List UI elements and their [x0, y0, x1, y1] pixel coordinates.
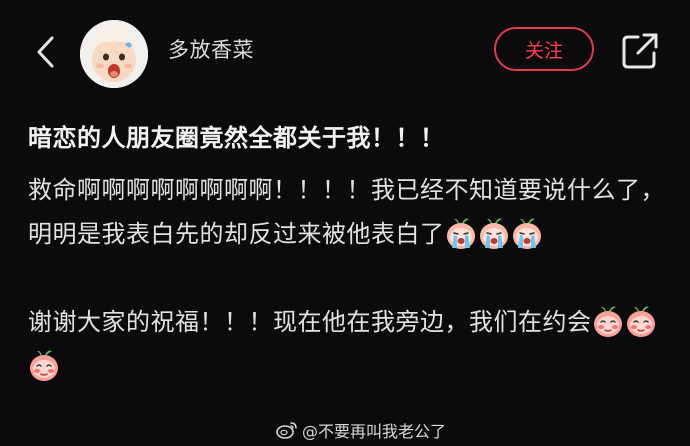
post-body: 救命啊啊啊啊啊啊啊啊！！！！我已经不知道要说什么了，明明是我表白先的却反过来被他…: [28, 168, 668, 388]
share-external-icon: [622, 33, 658, 69]
weibo-icon: [276, 422, 297, 439]
crying-peach-emoji: [479, 218, 508, 249]
weibo-watermark: @不要再叫我老公了: [276, 418, 446, 442]
post-paragraph-1-text: 救命啊啊啊啊啊啊啊啊！！！！我已经不知道要说什么了，明明是我表白先的却反过来被他…: [28, 176, 665, 248]
post-paragraph-2-text: 谢谢大家的祝福！！！现在他在我旁边，我们在约会: [28, 308, 592, 336]
crying-peach-emoji: [446, 218, 475, 249]
shy-peach-emoji: [626, 306, 655, 337]
post-header: 多放香菜 关注: [0, 0, 690, 104]
chevron-left-icon: [37, 36, 54, 68]
avatar[interactable]: [80, 20, 148, 88]
post-title: 暗恋的人朋友圈竟然全都关于我！！！: [28, 124, 445, 152]
post-paragraph-2: 谢谢大家的祝福！！！现在他在我旁边，我们在约会: [28, 300, 668, 388]
shy-peach-emoji: [30, 350, 58, 381]
follow-button-label: 关注: [524, 39, 563, 62]
follow-button[interactable]: 关注: [494, 27, 594, 71]
crying-peach-emoji: [512, 218, 541, 249]
watermark-text: @不要再叫我老公了: [302, 422, 447, 441]
back-button[interactable]: [26, 32, 66, 72]
username[interactable]: 多放香菜: [168, 34, 254, 64]
baby-face-avatar-image: [80, 20, 148, 88]
shy-peach-emoji: [593, 306, 622, 337]
post-paragraph-1: 救命啊啊啊啊啊啊啊啊！！！！我已经不知道要说什么了，明明是我表白先的却反过来被他…: [28, 168, 668, 256]
share-button[interactable]: [620, 31, 660, 71]
